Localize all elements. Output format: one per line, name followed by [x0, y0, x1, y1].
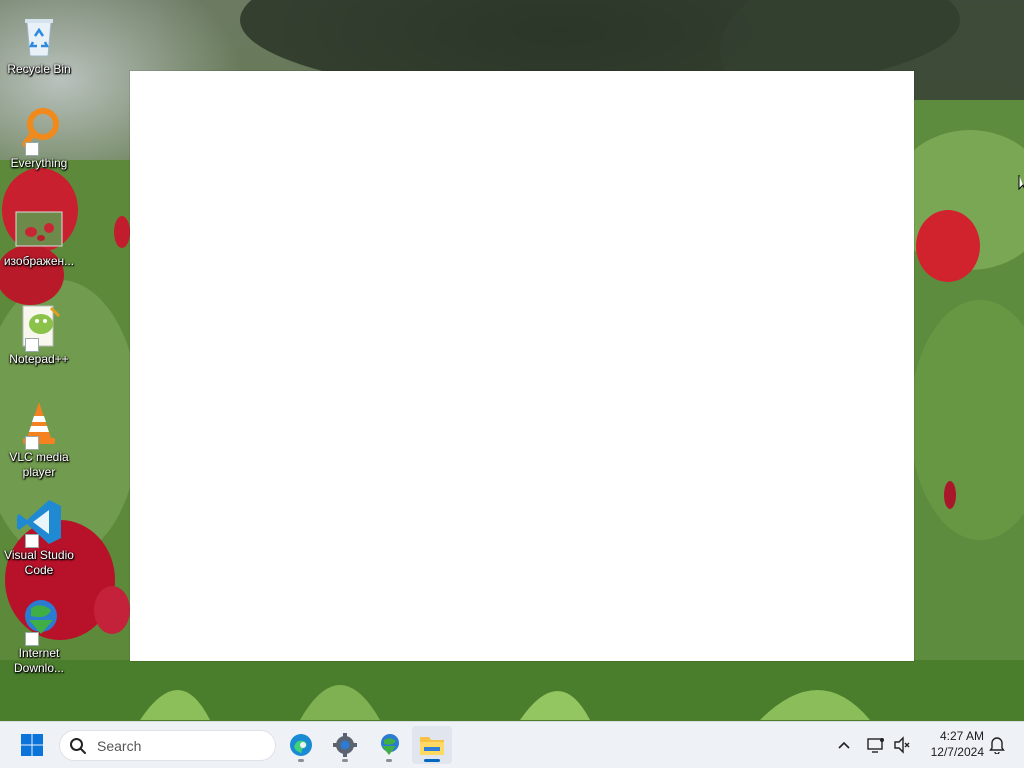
- search-icon: [70, 737, 86, 754]
- mouse-cursor-icon: [1018, 175, 1024, 191]
- internet-download-manager-icon: [15, 596, 63, 646]
- desktop-icon-label: Recycle Bin: [7, 62, 71, 76]
- edge-icon: [290, 734, 312, 756]
- start-icon: [21, 734, 43, 756]
- everything-search-icon: [15, 106, 63, 156]
- volume-muted-icon: [894, 736, 910, 754]
- running-indicator: [386, 759, 392, 762]
- active-indicator: [424, 759, 440, 762]
- blank-app-window[interactable]: [130, 71, 914, 661]
- vlc-cone-icon: [15, 400, 63, 450]
- desktop-icon-image-file[interactable]: изображен...: [2, 204, 76, 269]
- running-indicator: [298, 759, 304, 762]
- desktop-icon-label: Internet Downlo...: [13, 646, 65, 675]
- shortcut-arrow-icon: [25, 534, 39, 548]
- desktop-icon-label: Everything: [10, 156, 68, 170]
- clock-time: 4:27 AM: [939, 729, 984, 743]
- file-explorer-icon: [420, 737, 444, 755]
- settings-gear-icon: [333, 733, 357, 757]
- start-button[interactable]: [12, 726, 52, 764]
- chevron-up-icon: [838, 741, 850, 749]
- desktop-icon-notepad-plus-plus[interactable]: Notepad++: [2, 302, 76, 367]
- taskbar-settings-button[interactable]: [325, 726, 365, 764]
- shortcut-arrow-icon: [25, 436, 39, 450]
- desktop-icon-recycle-bin[interactable]: Recycle Bin: [2, 12, 76, 77]
- desktop-icon-vscode[interactable]: Visual Studio Code: [2, 498, 76, 578]
- recycle-bin-icon: [15, 12, 63, 60]
- bell-icon: [989, 737, 1005, 754]
- desktop-icon-everything[interactable]: Everything: [2, 106, 76, 171]
- taskbar: 4:27 AM 12/7/2024: [0, 721, 1024, 768]
- desktop-icon-label: VLC media player: [9, 450, 69, 479]
- desktop-icon-label: Visual Studio Code: [4, 548, 74, 577]
- shortcut-arrow-icon: [25, 338, 39, 352]
- shortcut-arrow-icon: [25, 142, 39, 156]
- shortcut-arrow-icon: [25, 632, 39, 646]
- notifications-button[interactable]: [984, 726, 1010, 764]
- taskbar-file-explorer-button[interactable]: [412, 726, 452, 764]
- search-input[interactable]: [95, 736, 259, 755]
- taskbar-idm-button[interactable]: [369, 726, 409, 764]
- show-hidden-icons-button[interactable]: [826, 726, 862, 764]
- running-indicator: [342, 759, 348, 762]
- vscode-icon: [15, 498, 63, 548]
- taskbar-edge-button[interactable]: [281, 726, 321, 764]
- desktop-icon-vlc[interactable]: VLC media player: [2, 400, 76, 480]
- clock[interactable]: 4:27 AM 12/7/2024: [914, 728, 984, 760]
- desktop-icon-internet-download-manager[interactable]: Internet Downlo...: [2, 596, 76, 676]
- clock-date: 12/7/2024: [930, 745, 984, 759]
- internet-download-manager-icon: [381, 734, 399, 755]
- taskbar-search-box[interactable]: [59, 730, 276, 761]
- desktop-icon-label: Notepad++: [9, 352, 69, 366]
- desktop-icon-label: изображен...: [3, 254, 75, 268]
- network-disconnected-icon: [867, 738, 884, 753]
- notepad-plus-plus-icon: [15, 302, 63, 352]
- image-file-icon: [15, 204, 63, 252]
